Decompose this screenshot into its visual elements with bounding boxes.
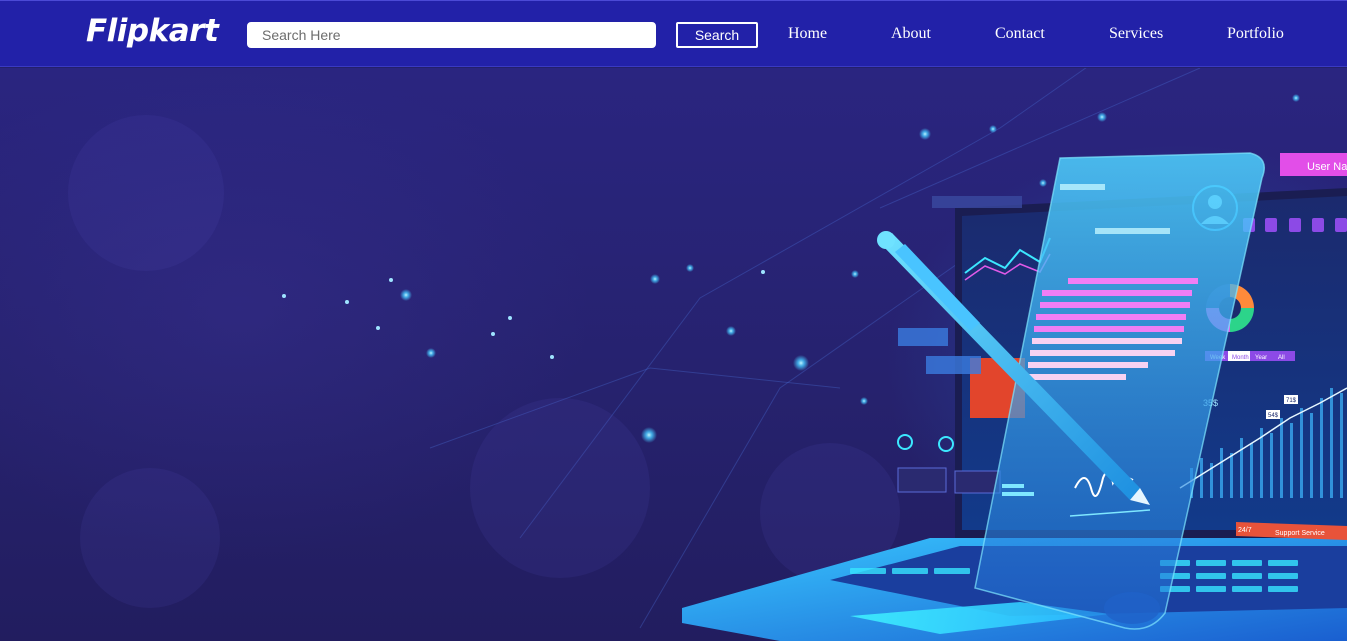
nav-services-link[interactable]: Services bbox=[1109, 25, 1163, 43]
tab-year: Year bbox=[1255, 355, 1267, 361]
nav-contact-link[interactable]: Contact bbox=[995, 25, 1045, 43]
top-navbar: Flipkart Search Home About Contact Servi… bbox=[0, 0, 1347, 67]
hero-illustration: User Nam Week Month Year All 35$ 71$ bbox=[68, 68, 1347, 641]
tab-month: Month bbox=[1232, 355, 1249, 361]
nav-home-link[interactable]: Home bbox=[788, 25, 827, 43]
flipkart-logo[interactable]: Flipkart bbox=[86, 13, 219, 49]
search-input[interactable] bbox=[247, 22, 656, 48]
tab-all: All bbox=[1278, 355, 1285, 361]
price-tag-2: 54$ bbox=[1268, 413, 1279, 419]
support-prefix: 24/7 bbox=[1238, 527, 1252, 534]
search-button[interactable]: Search bbox=[676, 22, 758, 48]
price-tag-1: 71$ bbox=[1286, 398, 1297, 404]
nav-portfolio-link[interactable]: Portfolio bbox=[1227, 25, 1284, 43]
panel-user-label: User Nam bbox=[1307, 161, 1347, 173]
nav-about-link[interactable]: About bbox=[891, 25, 931, 43]
hero-banner: User Nam Week Month Year All 35$ 71$ bbox=[0, 68, 1347, 641]
support-label: Support Service bbox=[1275, 530, 1325, 537]
bokeh-circles bbox=[68, 115, 900, 608]
